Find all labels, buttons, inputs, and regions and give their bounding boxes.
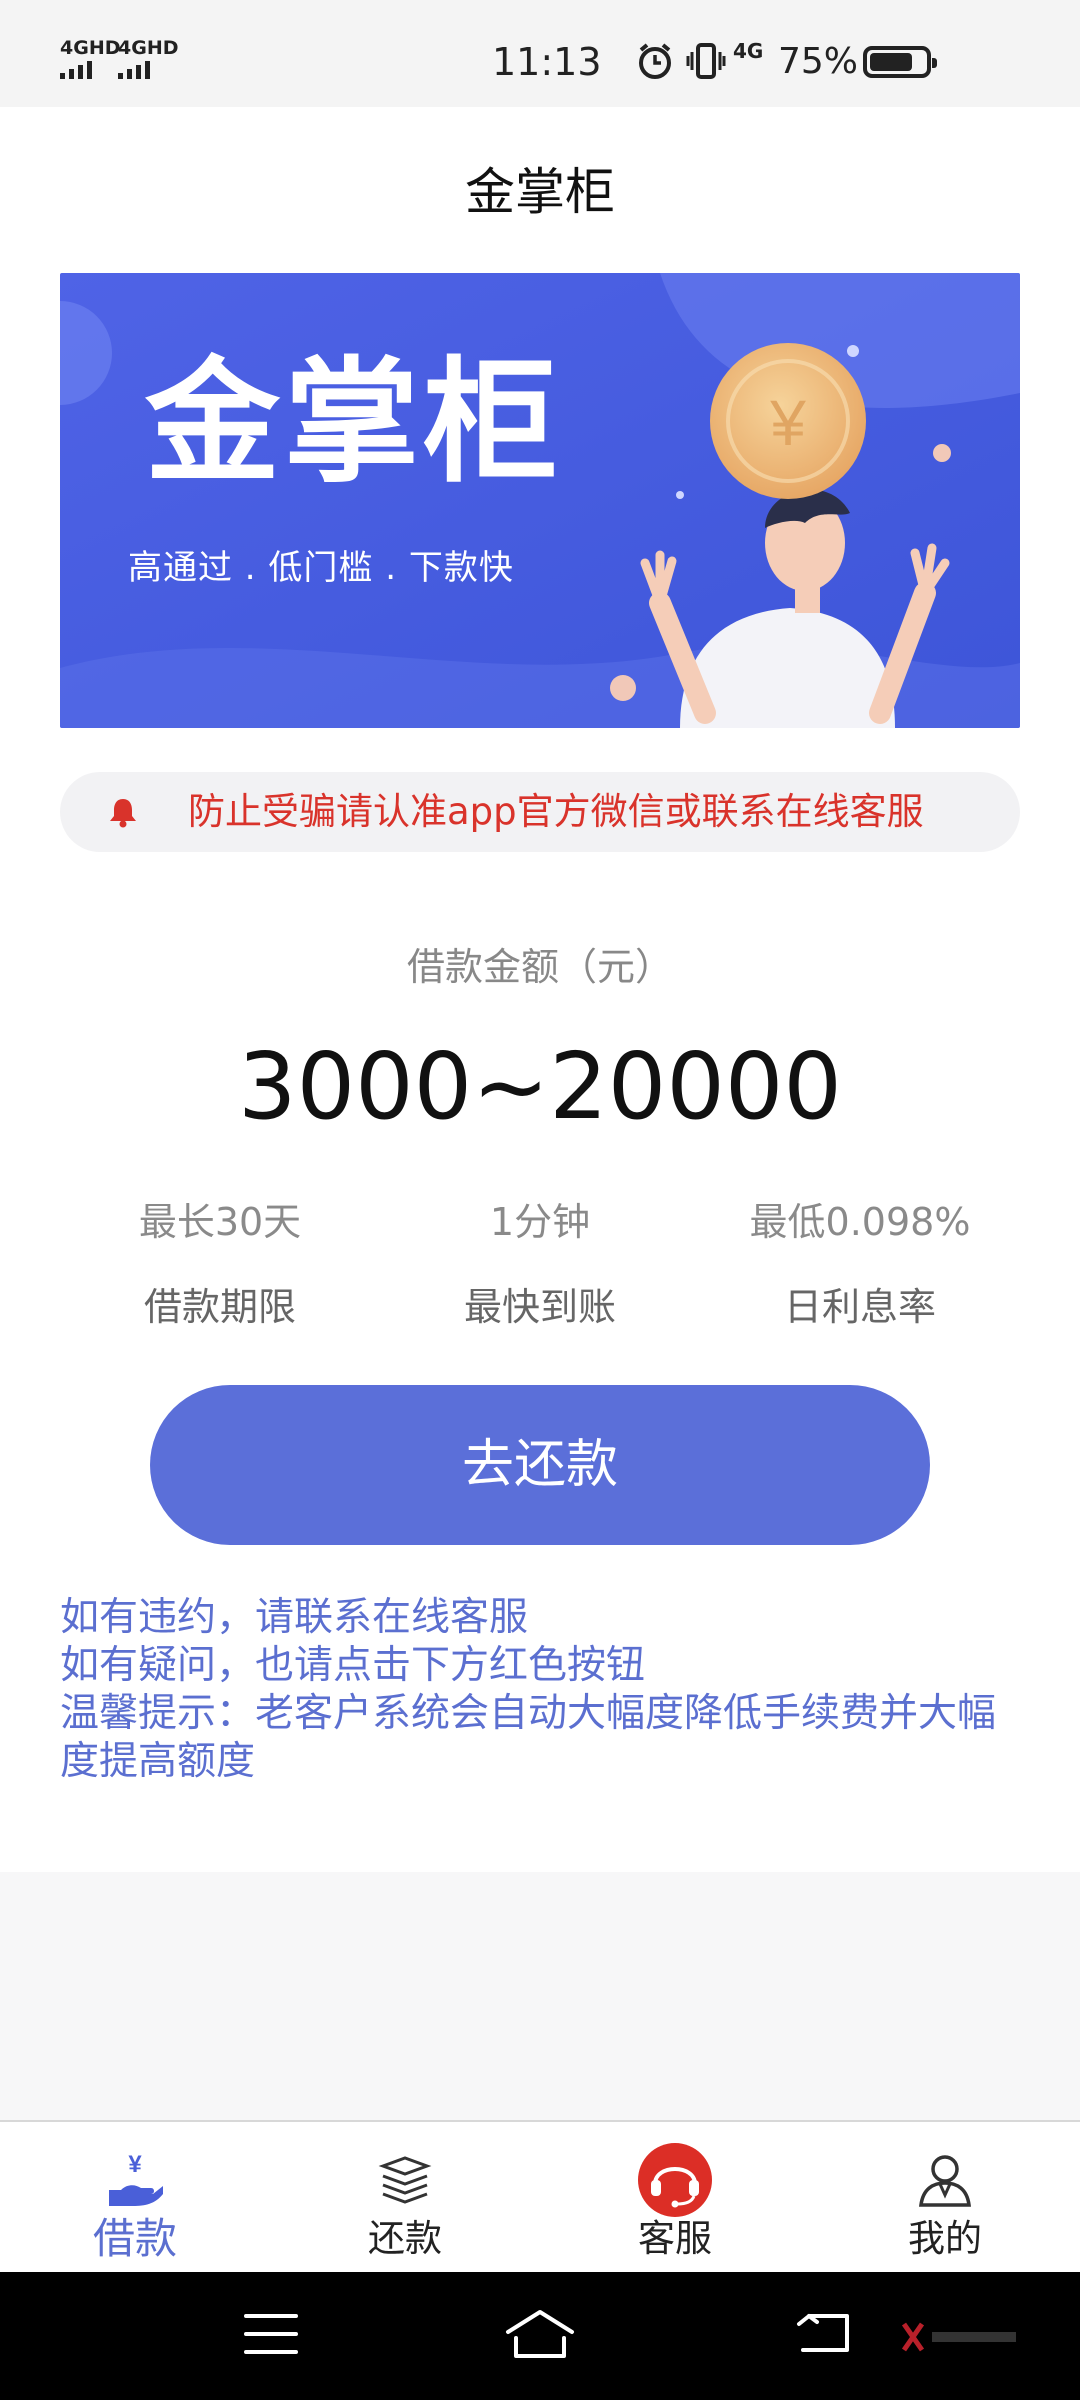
stat-rate-label: 日利息率 <box>783 1285 936 1329</box>
status-bar: 4GHD 4GHD 11:13 4G 75% <box>0 0 1080 107</box>
tab-repay-label: 还款 <box>368 2217 442 2260</box>
repay-stack-icon <box>378 2156 432 2204</box>
stat-speed-label: 最快到账 <box>463 1285 616 1329</box>
stat-speed: 1分钟 最快到账 <box>380 1197 700 1332</box>
clock: 11:13 <box>492 40 602 84</box>
loan-page: 金掌柜 ¥ 金掌柜 高通过 . 低门槛 . 下款快 防止受骗请认准app官方微信… <box>0 107 1080 1872</box>
promo-banner[interactable]: ¥ 金掌柜 高通过 . 低门槛 . 下款快 <box>60 273 1020 728</box>
svg-text:¥: ¥ <box>769 387 806 459</box>
stat-term-value: 最长30天 <box>138 1200 302 1244</box>
stat-rate: 最低0.098% 日利息率 <box>700 1197 1020 1332</box>
tab-mine[interactable]: 我的 <box>810 2122 1080 2272</box>
amount-label: 借款金额（元） <box>406 945 673 989</box>
sim1-signal: 4GHD <box>60 38 121 79</box>
bell-icon <box>110 799 136 828</box>
alarm-icon <box>639 43 671 79</box>
tab-repay[interactable]: 还款 <box>270 2122 540 2272</box>
network-type: 4G <box>733 39 764 63</box>
stat-term-label: 借款期限 <box>143 1285 296 1329</box>
battery-icon <box>863 46 937 78</box>
home-icon[interactable] <box>504 2308 576 2360</box>
tip-line: 如有疑问，也请点击下方红色按钮 <box>60 1643 646 1688</box>
amount-value: 3000~20000 <box>238 1033 842 1140</box>
tab-service[interactable]: 客服 <box>540 2122 810 2272</box>
bottom-tab-bar: ¥ 借款 还款 客服 我的 <box>0 2120 1080 2272</box>
stat-rate-value: 最低0.098% <box>749 1200 971 1244</box>
banner-subtitle: 高通过 . 低门槛 . 下款快 <box>128 548 514 588</box>
tips-block: 如有违约，请联系在线客服 如有疑问，也请点击下方红色按钮 温馨提示：老客户系统会… <box>60 1594 1020 1786</box>
back-icon[interactable] <box>795 2310 851 2356</box>
svg-text:¥: ¥ <box>128 2151 142 2178</box>
vibrate-icon <box>686 43 726 79</box>
repay-button[interactable]: 去还款 <box>150 1385 930 1545</box>
sim2-signal: 4GHD <box>118 38 179 79</box>
sim2-label: 4GHD <box>118 37 179 59</box>
tip-line: 温馨提示：老客户系统会自动大幅度降低手续费并大幅度提高额度 <box>60 1691 997 1784</box>
watermark-logo <box>902 2322 1016 2352</box>
page-title: 金掌柜 <box>465 163 615 221</box>
tip-line: 如有违约，请联系在线客服 <box>60 1595 529 1640</box>
battery-percent: 75% <box>778 41 859 82</box>
menu-icon[interactable] <box>244 2312 298 2356</box>
sim1-label: 4GHD <box>60 37 121 59</box>
notice-text: 防止受骗请认准app官方微信或联系在线客服 <box>188 790 924 833</box>
banner-title: 金掌柜 <box>145 344 562 501</box>
tab-loan-label: 借款 <box>92 2214 177 2263</box>
tab-loan[interactable]: ¥ 借款 <box>0 2122 270 2272</box>
headset-icon <box>638 2143 712 2217</box>
system-nav-bar <box>0 2272 1080 2400</box>
notice-bar[interactable]: 防止受骗请认准app官方微信或联系在线客服 <box>60 772 1020 852</box>
loan-hand-icon: ¥ <box>109 2151 163 2206</box>
tab-service-label: 客服 <box>638 2217 712 2260</box>
user-icon <box>919 2155 971 2207</box>
stat-speed-value: 1分钟 <box>489 1200 591 1244</box>
stat-term: 最长30天 借款期限 <box>60 1197 380 1332</box>
tab-mine-label: 我的 <box>908 2217 982 2260</box>
